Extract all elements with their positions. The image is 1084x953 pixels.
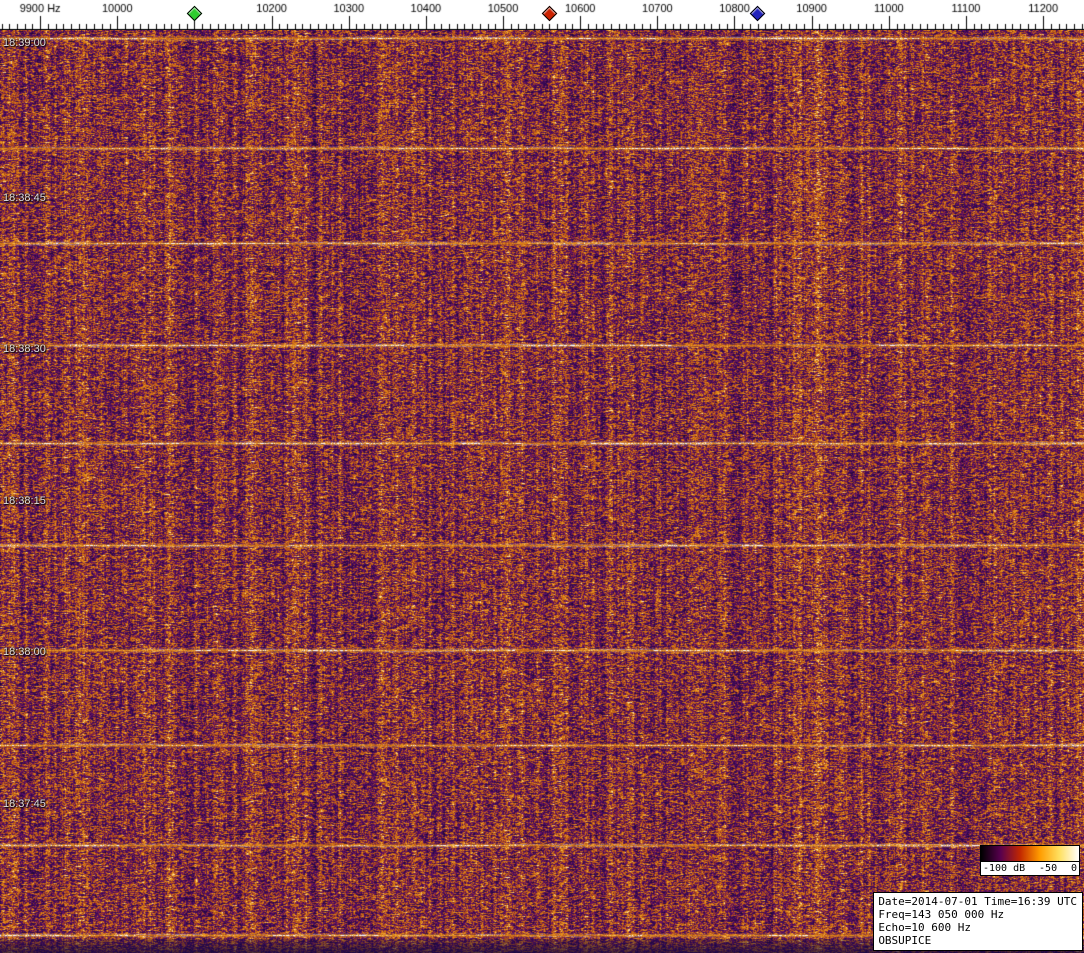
colorbar-min-label: -100 dB (983, 863, 1025, 874)
time-label: 18:38:45 (3, 192, 46, 204)
time-label: 18:38:00 (3, 646, 46, 658)
colorbar-labels: -100 dB -50 0 (980, 862, 1080, 876)
time-label: 18:38:30 (3, 343, 46, 355)
time-label: 18:38:15 (3, 495, 46, 507)
colorbar-mid-label: -50 (1039, 863, 1057, 874)
info-date-time: Date=2014-07-01 Time=16:39 UTC (878, 895, 1077, 908)
frequency-ruler-canvas (0, 0, 1084, 30)
info-frequency: Freq=143 050 000 Hz (878, 908, 1077, 921)
spectrogram-window: 18:39:00 18:38:45 18:38:30 18:38:15 18:38:00… (0, 0, 1084, 953)
info-echo-freq: Echo=10 600 Hz (878, 921, 1077, 934)
colorbar-max-label: 0 (1071, 863, 1077, 874)
info-station-name: OBSUPICE (878, 934, 1077, 947)
waterfall-area: 18:39:00 18:38:45 18:38:30 18:38:15 18:38:00… (0, 30, 1084, 953)
intensity-scale: -100 dB -50 0 (980, 845, 1080, 876)
spectrogram-canvas (0, 30, 1084, 953)
time-label: 18:39:00 (3, 37, 46, 49)
frequency-ruler[interactable] (0, 0, 1084, 30)
observation-info-box: Date=2014-07-01 Time=16:39 UTC Freq=143 … (873, 892, 1083, 951)
colorbar-gradient (980, 845, 1080, 862)
time-label: 18:37:45 (3, 798, 46, 810)
